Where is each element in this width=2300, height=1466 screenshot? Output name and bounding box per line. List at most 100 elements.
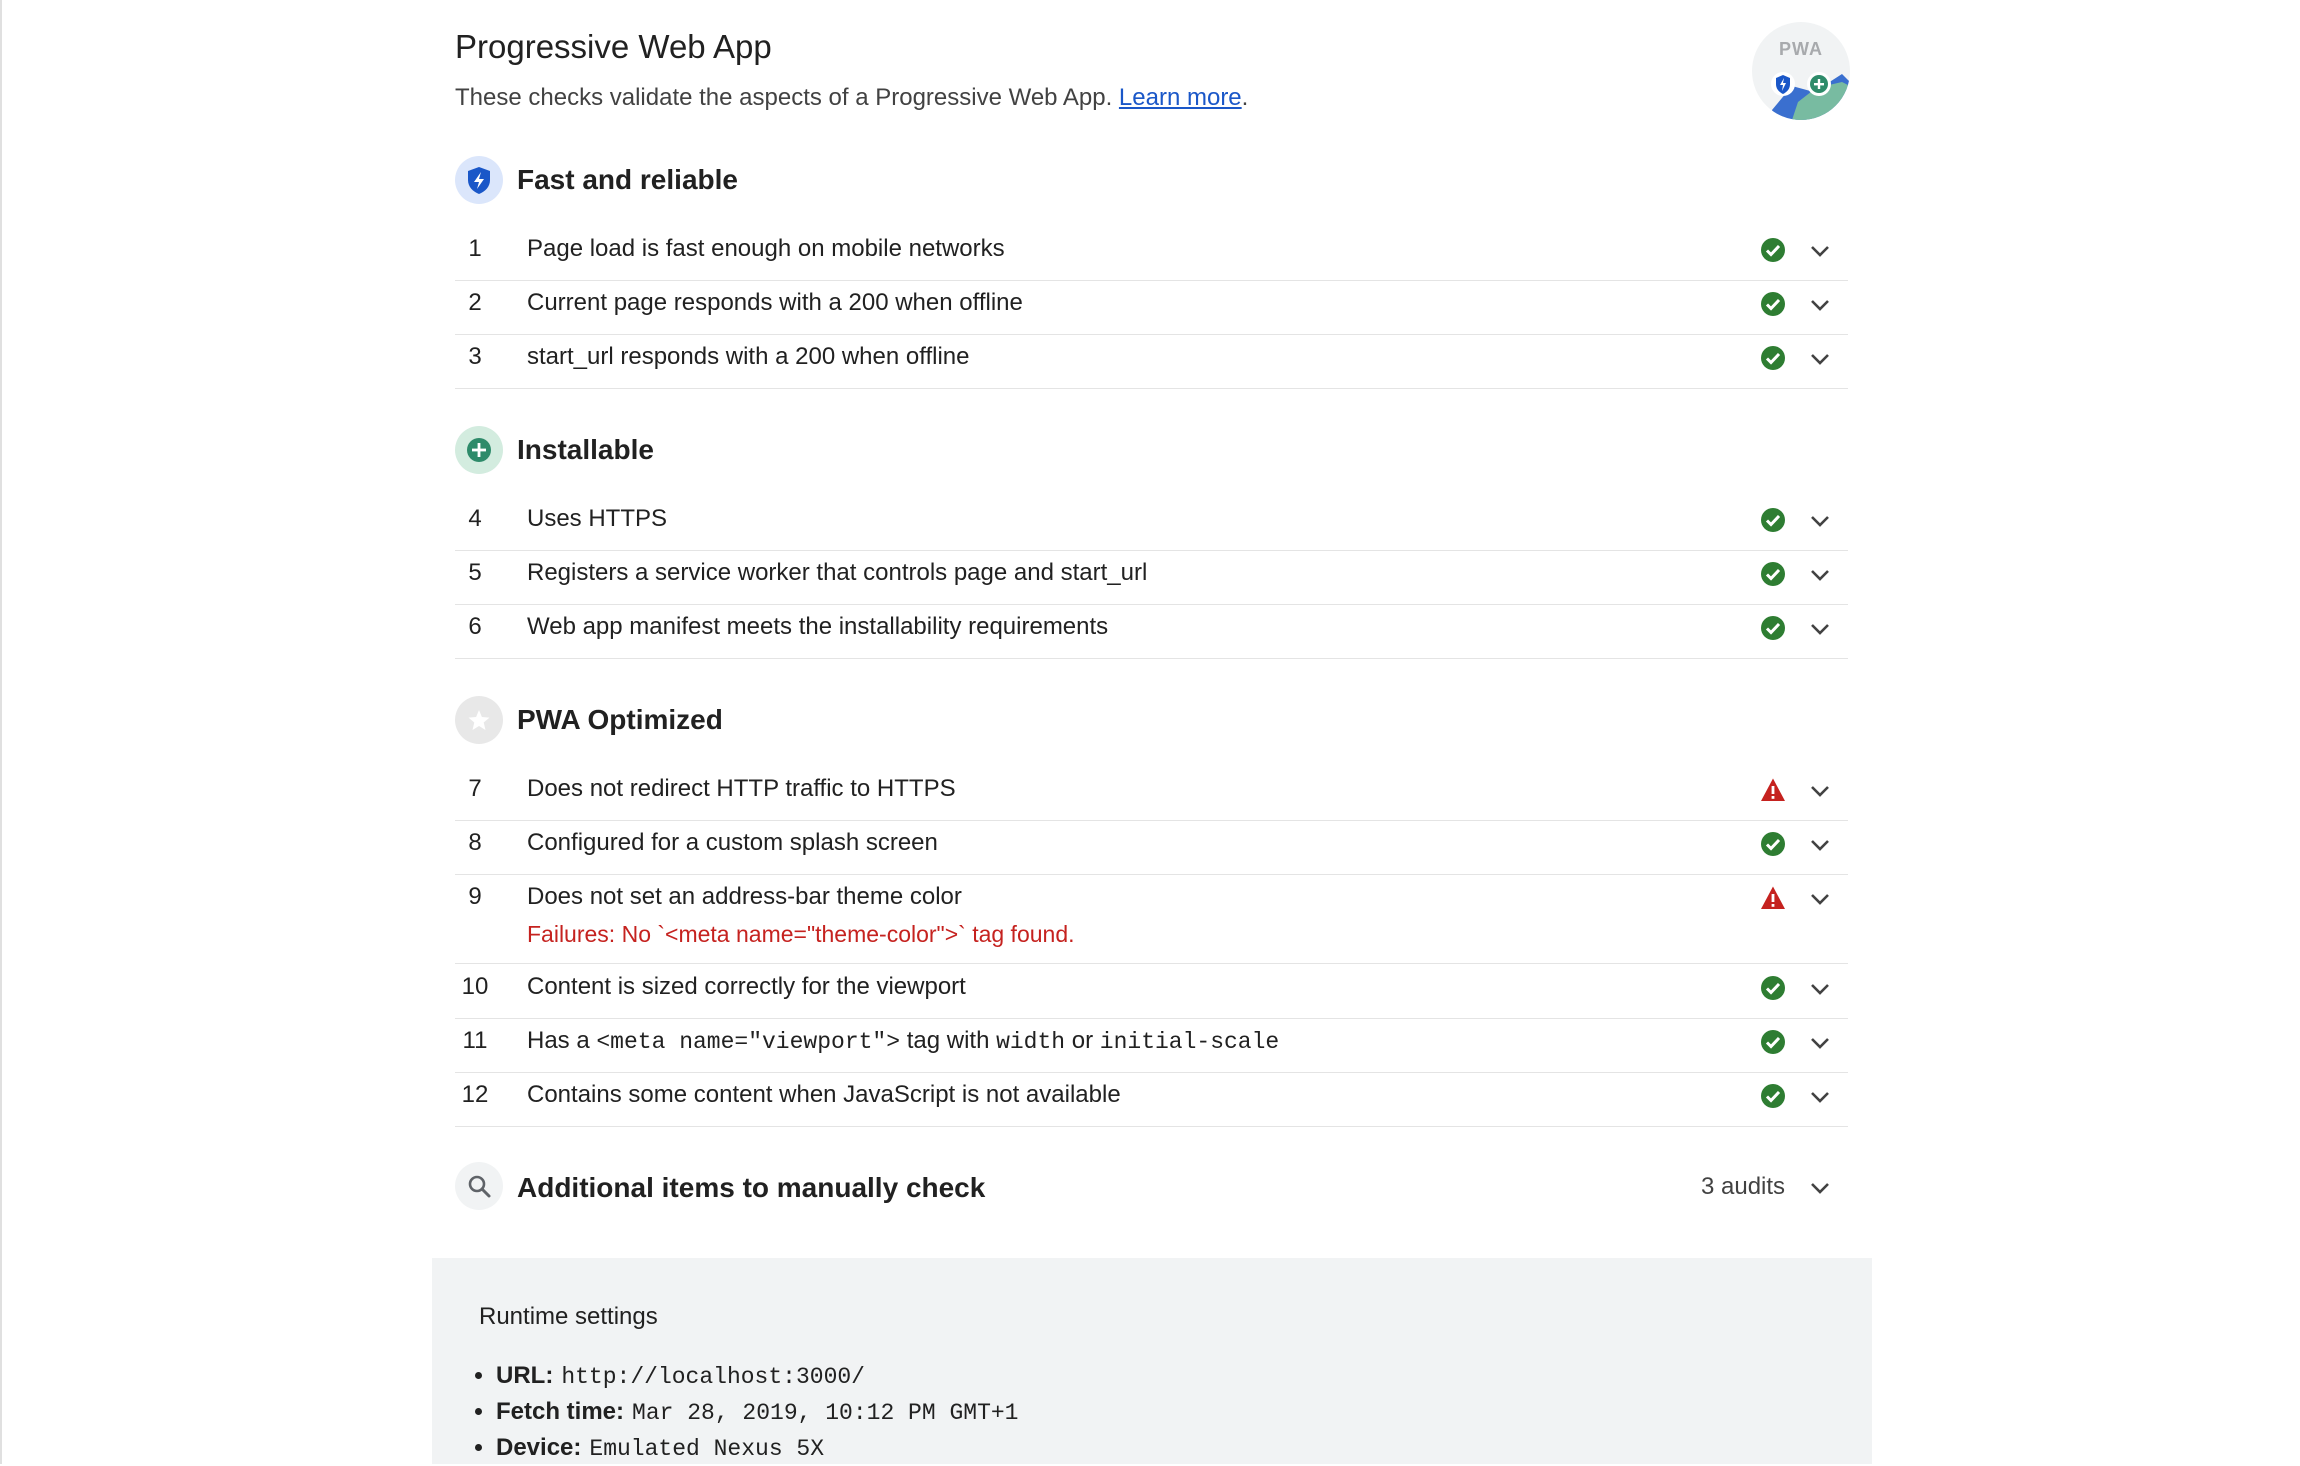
audit-index: 12	[461, 1081, 489, 1108]
audit-row[interactable]: 1 Page load is fast enough on mobile net…	[455, 235, 1848, 281]
audit-failure-message: Failures: No `<meta name="theme-color">`…	[527, 921, 1075, 947]
label-text: Has a	[527, 1027, 597, 1054]
chevron-down-icon[interactable]	[1808, 1178, 1832, 1198]
pass-check-icon	[1761, 1030, 1785, 1054]
star-icon	[455, 696, 503, 744]
audit-index: 4	[468, 505, 482, 532]
group-title: Fast and reliable	[517, 164, 738, 195]
runtime-settings: Runtime settings URL: http://localhost:30…	[432, 1258, 1872, 1464]
setting-key: URL:	[496, 1362, 554, 1389]
group-title: PWA Optimized	[517, 704, 723, 735]
pass-check-icon	[1761, 616, 1785, 640]
audit-index: 2	[468, 289, 482, 316]
runtime-setting-url: URL: http://localhost:3000/	[496, 1358, 1018, 1394]
audit-title: Configured for a custom splash screen	[527, 829, 938, 856]
runtime-setting-fetch-time: Fetch time: Mar 28, 2019, 10:12 PM GMT+1	[496, 1394, 1018, 1430]
shield-bolt-icon	[455, 156, 503, 204]
audit-row[interactable]: 10 Content is sized correctly for the vi…	[455, 973, 1848, 1019]
pass-check-icon	[1761, 832, 1785, 856]
chevron-down-icon[interactable]	[1808, 979, 1832, 999]
label-code: width	[996, 1029, 1066, 1055]
label-text: tag with	[900, 1027, 997, 1054]
audit-index: 3	[468, 343, 482, 370]
pass-check-icon	[1761, 292, 1785, 316]
learn-more-link[interactable]: Learn more	[1119, 84, 1242, 111]
audit-row[interactable]: 6 Web app manifest meets the installabil…	[455, 613, 1848, 659]
audit-index: 8	[468, 829, 482, 856]
category-title: Progressive Web App	[455, 28, 772, 65]
plus-circle-icon	[455, 426, 503, 474]
pass-check-icon	[1761, 976, 1785, 1000]
runtime-setting-device: Device: Emulated Nexus 5X	[496, 1430, 1018, 1466]
pass-check-icon	[1761, 238, 1785, 262]
audit-row[interactable]: 11 Has a <meta name="viewport"> tag with…	[455, 1027, 1848, 1073]
search-icon	[455, 1162, 503, 1210]
left-border	[0, 0, 2, 1464]
fail-warning-icon	[1761, 886, 1785, 909]
chevron-down-icon[interactable]	[1808, 1033, 1832, 1053]
audit-title: Contains some content when JavaScript is…	[527, 1081, 1121, 1108]
audit-title: Web app manifest meets the installabilit…	[527, 613, 1109, 640]
runtime-settings-title: Runtime settings	[479, 1303, 658, 1330]
audit-row[interactable]: 3 start_url responds with a 200 when off…	[455, 343, 1848, 389]
chevron-down-icon[interactable]	[1808, 1087, 1832, 1107]
setting-key: Device:	[496, 1434, 582, 1461]
setting-value: http://localhost:3000/	[561, 1364, 865, 1390]
audit-row[interactable]: 5 Registers a service worker that contro…	[455, 559, 1848, 605]
chevron-down-icon[interactable]	[1808, 241, 1832, 261]
audit-row[interactable]: 4 Uses HTTPS	[455, 505, 1848, 551]
setting-value: Mar 28, 2019, 10:12 PM GMT+1	[632, 1400, 1019, 1426]
chevron-down-icon[interactable]	[1808, 511, 1832, 531]
audit-index: 6	[468, 613, 482, 640]
group-title: Installable	[517, 434, 654, 465]
label-text: or	[1065, 1027, 1100, 1054]
audit-index: 5	[468, 559, 482, 586]
manual-checks-count: 3 audits	[1701, 1173, 1786, 1200]
description-text: These checks validate the aspects of a P…	[455, 84, 1113, 111]
chevron-down-icon[interactable]	[1808, 889, 1832, 909]
chevron-down-icon[interactable]	[1808, 349, 1832, 369]
group-fast-and-reliable: Fast and reliable	[455, 154, 1848, 206]
audit-title: Does not set an address-bar theme color	[527, 883, 962, 910]
chevron-down-icon[interactable]	[1808, 295, 1832, 315]
chevron-down-icon[interactable]	[1808, 565, 1832, 585]
audit-title: Has a <meta name="viewport"> tag with wi…	[527, 1027, 1279, 1055]
audit-title: start_url responds with a 200 when offli…	[527, 343, 970, 370]
setting-value: Emulated Nexus 5X	[589, 1436, 825, 1462]
audit-index: 7	[468, 775, 482, 802]
label-code: initial-scale	[1099, 1029, 1280, 1055]
pass-check-icon	[1761, 1084, 1785, 1108]
audit-title: Current page responds with a 200 when of…	[527, 289, 1023, 316]
audit-row[interactable]: 2 Current page responds with a 200 when …	[455, 289, 1848, 335]
audit-title: Uses HTTPS	[527, 505, 668, 532]
pass-check-icon	[1761, 562, 1785, 586]
manual-checks-title: Additional items to manually check	[517, 1172, 986, 1203]
audit-title: Does not redirect HTTP traffic to HTTPS	[527, 775, 956, 802]
pass-check-icon	[1761, 508, 1785, 532]
chevron-down-icon[interactable]	[1808, 619, 1832, 639]
fail-warning-icon	[1761, 778, 1785, 801]
pass-check-icon	[1761, 346, 1785, 370]
runtime-settings-list: URL: http://localhost:3000/ Fetch time: Ma…	[464, 1358, 1018, 1466]
label-code: <meta name="viewport">	[596, 1029, 901, 1055]
description-period: .	[1241, 84, 1249, 111]
audit-index: 9	[468, 883, 482, 910]
audit-title: Content is sized correctly for the viewp…	[527, 973, 966, 1000]
audit-title: Page load is fast enough on mobile netwo…	[527, 235, 1005, 262]
audit-row[interactable]: 7 Does not redirect HTTP traffic to HTTP…	[455, 775, 1848, 821]
audit-index: 11	[462, 1027, 488, 1054]
audit-index: 10	[461, 973, 489, 1000]
setting-key: Fetch time:	[496, 1398, 625, 1425]
group-pwa-optimized: PWA Optimized	[455, 694, 1848, 746]
category-description: These checks validate the aspects of a P…	[455, 84, 1248, 112]
group-installable: Installable	[455, 424, 1848, 476]
manual-checks-toggle[interactable]: Additional items to manually check 3 aud…	[455, 1160, 1848, 1212]
pwa-badge-icon: PWA	[1752, 22, 1850, 120]
audit-row[interactable]: 12 Contains some content when JavaScript…	[455, 1081, 1848, 1127]
audit-row[interactable]: 9 Does not set an address-bar theme colo…	[455, 883, 1848, 964]
chevron-down-icon[interactable]	[1808, 835, 1832, 855]
audit-title: Registers a service worker that controls…	[527, 559, 1148, 586]
audit-row[interactable]: 8 Configured for a custom splash screen	[455, 829, 1848, 875]
chevron-down-icon[interactable]	[1808, 781, 1832, 801]
audit-index: 1	[468, 235, 482, 262]
